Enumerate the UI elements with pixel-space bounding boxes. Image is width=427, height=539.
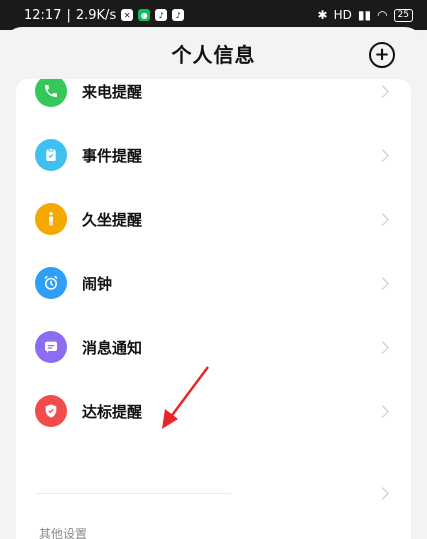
message-icon [35, 331, 67, 363]
add-circle-icon[interactable]: + [369, 42, 395, 68]
reminder-label: 闹钟 [82, 274, 113, 293]
reminder-row-sedentary[interactable]: 久坐提醒 [16, 187, 411, 251]
alarm-clock-icon [35, 267, 67, 299]
section-label-other-settings: 其他设置 [39, 527, 88, 539]
reminder-row-incoming-call[interactable]: 来电提醒 [16, 79, 411, 123]
status-network-speed: 2.9K/s [75, 7, 117, 23]
sheet-header: 个人信息 + [4, 27, 423, 79]
reminder-label: 来电提醒 [82, 82, 143, 101]
signal-icon: ▮▮ [357, 8, 372, 22]
chevron-right-icon [376, 340, 389, 354]
chevron-right-icon [376, 486, 389, 500]
bottom-sheet: 个人信息 + 来电提醒 事件提醒 久坐提醒 闹钟 消息通知 达标提醒 其他设置 [4, 27, 423, 539]
reminder-label: 消息通知 [82, 338, 143, 357]
chevron-right-icon [376, 148, 389, 162]
reminder-label: 事件提醒 [82, 146, 143, 165]
battery-icon: 25 [393, 8, 413, 22]
clipboard-icon [35, 139, 67, 171]
chevron-right-icon [376, 276, 389, 290]
reminder-label: 久坐提醒 [82, 210, 143, 229]
annotation-arrow [162, 366, 210, 429]
chevron-right-icon [376, 84, 389, 98]
status-bar: 12:17 | 2.9K/s ✕ ● ♪ ♪ ✱ HD ▮▮ ◠ 25 [0, 0, 427, 30]
network-type: HD [333, 8, 352, 22]
chevron-right-icon [376, 212, 389, 226]
reminder-row-alarm[interactable]: 闹钟 [16, 251, 411, 315]
tiktok-icon-2: ♪ [172, 9, 185, 21]
person-standing-icon [35, 203, 67, 235]
page-title: 个人信息 [171, 42, 256, 67]
status-time: 12:17 [24, 7, 62, 23]
tiktok-icon: ♪ [155, 9, 168, 21]
wifi-icon: ◠ [377, 8, 388, 22]
chevron-right-icon [376, 404, 389, 418]
reminder-label: 达标提醒 [82, 402, 143, 421]
reminder-list: 来电提醒 事件提醒 久坐提醒 闹钟 消息通知 达标提醒 其他设置 [16, 79, 411, 539]
bluetooth-icon: ✱ [317, 8, 328, 22]
phone-icon [35, 79, 67, 107]
divider [36, 493, 231, 494]
reminder-row-event[interactable]: 事件提醒 [16, 123, 411, 187]
shield-check-icon [35, 395, 67, 427]
mute-icon: ✕ [121, 9, 134, 21]
wechat-icon: ● [138, 9, 151, 21]
